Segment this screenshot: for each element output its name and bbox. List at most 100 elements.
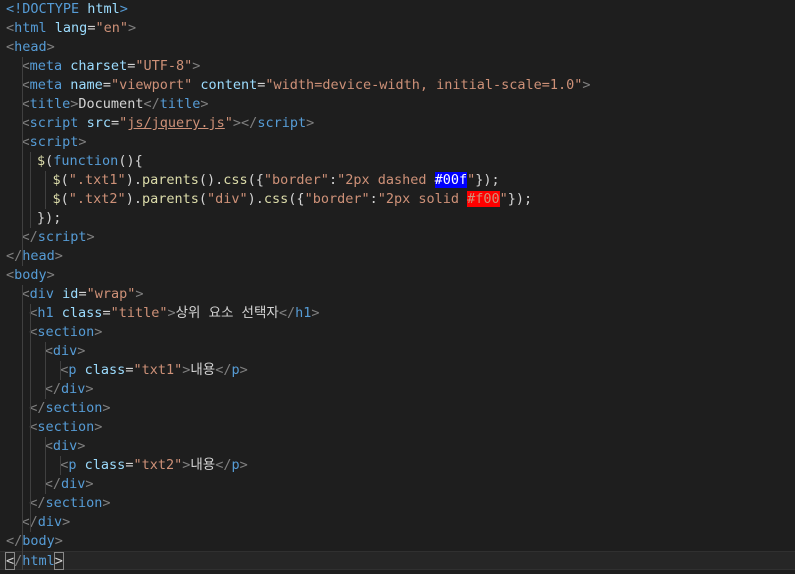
code-token: ). [125, 191, 142, 207]
code-token: function [53, 153, 119, 169]
code-line[interactable]: <div> [0, 342, 795, 361]
code-token: body [22, 533, 55, 549]
code-token: < [6, 20, 15, 36]
code-token: 내용 [190, 457, 216, 473]
code-line[interactable]: </div> [0, 380, 795, 399]
code-token: head [14, 39, 47, 55]
code-token: title [29, 96, 71, 112]
code-token: = [102, 305, 111, 321]
code-line[interactable]: <section> [0, 418, 795, 437]
code-line[interactable]: <title>Document</title> [0, 95, 795, 114]
code-token: 내용 [190, 362, 216, 378]
code-token: ( [60, 191, 69, 207]
code-token: name [70, 77, 103, 93]
code-token: parents [141, 191, 199, 207]
indent-guide [45, 342, 46, 399]
code-token: class [84, 457, 126, 473]
code-line[interactable]: <meta name="viewport" content="width=dev… [0, 76, 795, 95]
code-token: > [119, 1, 128, 17]
code-line[interactable]: <!DOCTYPE html> [0, 0, 795, 19]
code-line[interactable]: </div> [0, 475, 795, 494]
code-token: </ [6, 248, 23, 264]
code-line[interactable]: </section> [0, 494, 795, 513]
code-token: script [29, 115, 79, 131]
indent-guide [30, 304, 31, 532]
code-token: > [46, 267, 55, 283]
code-line[interactable]: <head> [0, 38, 795, 57]
code-token: #f00 [467, 191, 500, 207]
code-token: "2px solid [377, 191, 468, 207]
code-line-content: <h1 class="title">상위 요소 선택자</h1> [29, 304, 319, 323]
code-line[interactable]: <body> [0, 266, 795, 285]
code-token: "2px dashed [337, 172, 435, 188]
code-line[interactable]: <div id="wrap"> [0, 285, 795, 304]
code-token: <!DOCTYPE [6, 1, 88, 17]
code-token: </ [44, 476, 62, 492]
code-token: </ [29, 495, 46, 511]
code-line[interactable]: <h1 class="title">상위 요소 선택자</h1> [0, 304, 795, 323]
code-token: "title" [110, 305, 168, 321]
code-line-content: <section> [29, 323, 102, 342]
code-token: > [94, 419, 103, 435]
code-line[interactable]: </head> [0, 247, 795, 266]
code-line-content: </div> [22, 513, 71, 532]
code-token: > [46, 39, 55, 55]
indent-guide [22, 57, 23, 266]
code-token: > [239, 457, 248, 473]
code-line[interactable]: $(".txt2").parents("div").css({"border":… [0, 190, 795, 209]
code-line[interactable]: </script> [0, 228, 795, 247]
code-token: </ [278, 305, 296, 321]
code-token: "viewport" [110, 77, 193, 93]
code-token: "UTF-8" [135, 58, 193, 74]
code-line[interactable]: </html> [0, 551, 795, 570]
code-token: > [167, 305, 176, 321]
code-token: > [192, 58, 201, 74]
code-line[interactable]: </div> [0, 513, 795, 532]
code-line[interactable]: <script> [0, 133, 795, 152]
code-token: h1 [295, 305, 312, 321]
code-token: ({ [288, 191, 305, 207]
code-line[interactable]: }); [0, 209, 795, 228]
code-token: " [119, 115, 128, 131]
code-line[interactable]: <script src="js/jquery.js"></script> [0, 114, 795, 133]
code-token: $ [52, 191, 61, 207]
code-token: class [61, 305, 103, 321]
code-token: "wrap" [86, 286, 136, 302]
code-token: script [257, 115, 307, 131]
code-token: > [62, 514, 71, 530]
code-line[interactable]: </body> [0, 532, 795, 551]
code-token: > [200, 96, 209, 112]
code-token: > [94, 324, 103, 340]
code-token: "border" [263, 172, 329, 188]
code-token: head [22, 248, 55, 264]
code-token: > [102, 400, 111, 416]
code-token: section [45, 400, 103, 416]
code-line[interactable]: <section> [0, 323, 795, 342]
code-line[interactable]: $(function(){ [0, 152, 795, 171]
code-line[interactable]: </section> [0, 399, 795, 418]
code-line[interactable]: <p class="txt2">내용</p> [0, 456, 795, 475]
code-line-content: <meta charset="UTF-8"> [22, 57, 201, 76]
code-line-content: </div> [45, 475, 94, 494]
code-token: > [77, 438, 86, 454]
code-line[interactable]: $(".txt1").parents().css({"border":"2px … [0, 171, 795, 190]
code-editor[interactable]: <!DOCTYPE html> <html lang="en"> <head> <me… [0, 0, 795, 574]
code-line-content: <div> [45, 342, 86, 361]
code-line[interactable]: <html lang="en"> [0, 19, 795, 38]
code-token: > [311, 305, 320, 321]
code-line[interactable]: <div> [0, 437, 795, 456]
code-line-content: <title>Document</title> [22, 95, 209, 114]
code-token: > [85, 476, 94, 492]
code-token: #00f [434, 172, 468, 188]
code-token: html [22, 553, 55, 569]
code-token: < [4, 552, 16, 570]
code-token: div [52, 343, 78, 359]
code-line[interactable]: <p class="txt1">내용</p> [0, 361, 795, 380]
code-token: meta [29, 58, 63, 74]
code-token: "width=device-width, initial-scale=1.0" [265, 77, 583, 93]
code-token: meta [29, 77, 63, 93]
code-line[interactable]: <meta charset="UTF-8"> [0, 57, 795, 76]
